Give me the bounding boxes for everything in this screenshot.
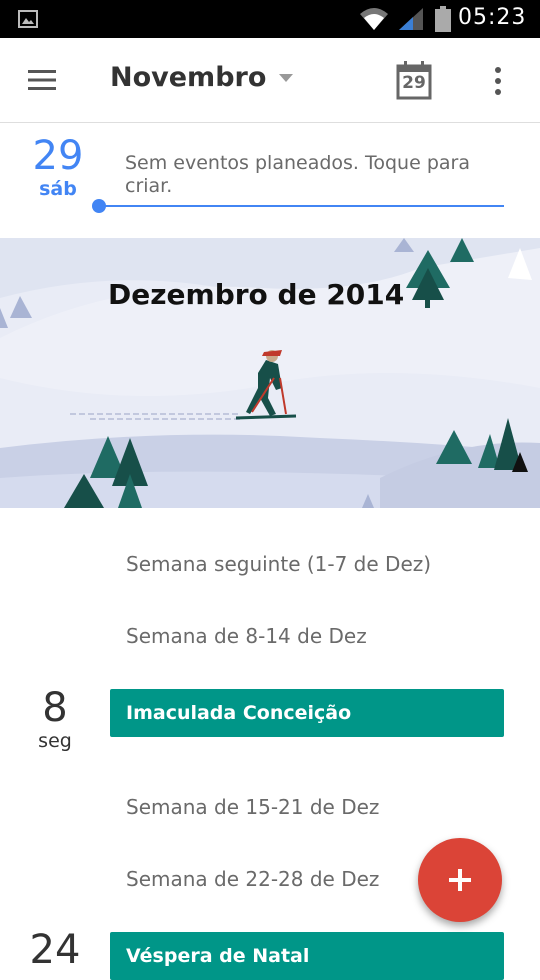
status-time: 05:23 (458, 5, 527, 30)
month-title: Novembro (110, 62, 267, 93)
today-date: 29 sáb (28, 134, 88, 200)
status-bar: 05:23 (0, 0, 540, 38)
week-label-4: Semana de 22-28 de Dez (126, 867, 380, 891)
today-day: 29 (32, 133, 84, 179)
current-time-line (98, 205, 504, 207)
menu-icon[interactable] (26, 68, 58, 92)
today-button[interactable]: 29 (396, 60, 432, 100)
day-24-number: 24 (29, 927, 81, 973)
today-day-number: 29 (402, 73, 426, 93)
create-event-button[interactable] (418, 838, 502, 922)
event-imaculada-conceicao[interactable]: Imaculada Conceição (110, 689, 504, 737)
week-label-1: Semana seguinte (1-7 de Dez) (126, 552, 432, 576)
no-events-message[interactable]: Sem eventos planeados. Toque para criar. (125, 152, 515, 198)
current-time-dot (92, 199, 106, 213)
day-8: 8 seg (22, 686, 88, 752)
dropdown-arrow-icon (279, 73, 294, 82)
month-banner: Dezembro de 2014 (0, 238, 540, 508)
battery-icon (435, 6, 451, 32)
signal-icon (399, 8, 423, 30)
app-toolbar: Novembro 29 (0, 38, 540, 123)
week-label-3: Semana de 15-21 de Dez (126, 795, 380, 819)
event-vespera-de-natal[interactable]: Véspera de Natal (110, 932, 504, 980)
more-vert-icon[interactable] (486, 66, 510, 96)
today-weekday: sáb (39, 178, 77, 200)
image-notification-icon (18, 10, 38, 28)
day-8-weekday: seg (38, 730, 72, 752)
month-selector[interactable]: Novembro (110, 62, 294, 93)
day-8-number: 8 (42, 685, 68, 731)
banner-month-title: Dezembro de 2014 (108, 278, 405, 311)
day-24: 24 (22, 928, 88, 972)
wifi-icon (360, 8, 388, 30)
week-label-2: Semana de 8-14 de Dez (126, 624, 367, 648)
